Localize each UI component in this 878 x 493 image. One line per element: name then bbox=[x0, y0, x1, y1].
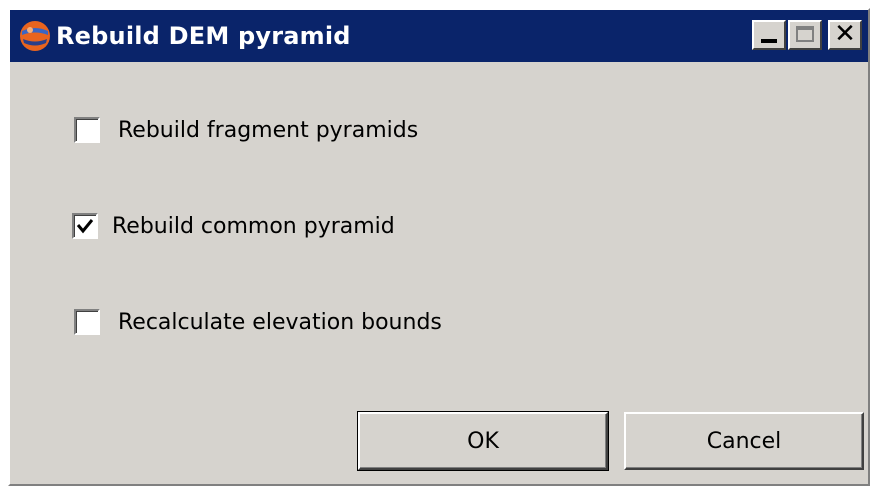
checkbox-rebuild-fragment-pyramids[interactable] bbox=[74, 117, 100, 143]
close-icon: ✕ bbox=[834, 19, 856, 49]
maximize-button[interactable] bbox=[788, 20, 822, 50]
option-rebuild-fragment-pyramids[interactable]: Rebuild fragment pyramids bbox=[74, 117, 418, 143]
minimize-icon bbox=[761, 39, 777, 43]
checkbox-recalculate-elevation-bounds[interactable] bbox=[74, 309, 100, 335]
window-title: Rebuild DEM pyramid bbox=[56, 22, 351, 50]
titlebar-buttons: ✕ bbox=[752, 19, 862, 50]
option-rebuild-common-pyramid[interactable]: Rebuild common pyramid bbox=[72, 213, 395, 239]
ok-button[interactable]: OK bbox=[357, 411, 609, 471]
title-bar[interactable]: Rebuild DEM pyramid ✕ bbox=[10, 10, 868, 62]
option-label: Rebuild fragment pyramids bbox=[118, 117, 419, 143]
checkbox-rebuild-common-pyramid[interactable] bbox=[72, 213, 98, 239]
maximize-icon bbox=[796, 26, 814, 42]
close-button[interactable]: ✕ bbox=[828, 19, 862, 50]
checkmark-icon bbox=[76, 219, 94, 234]
dialog-window: Rebuild DEM pyramid ✕ Rebuild fragment p… bbox=[8, 8, 870, 486]
minimize-button[interactable] bbox=[752, 20, 786, 50]
cancel-button[interactable]: Cancel bbox=[624, 412, 864, 470]
option-label: Rebuild common pyramid bbox=[112, 213, 395, 239]
option-recalculate-elevation-bounds[interactable]: Recalculate elevation bounds bbox=[74, 309, 442, 335]
app-globe-icon bbox=[20, 21, 50, 51]
option-label: Recalculate elevation bounds bbox=[118, 309, 442, 335]
